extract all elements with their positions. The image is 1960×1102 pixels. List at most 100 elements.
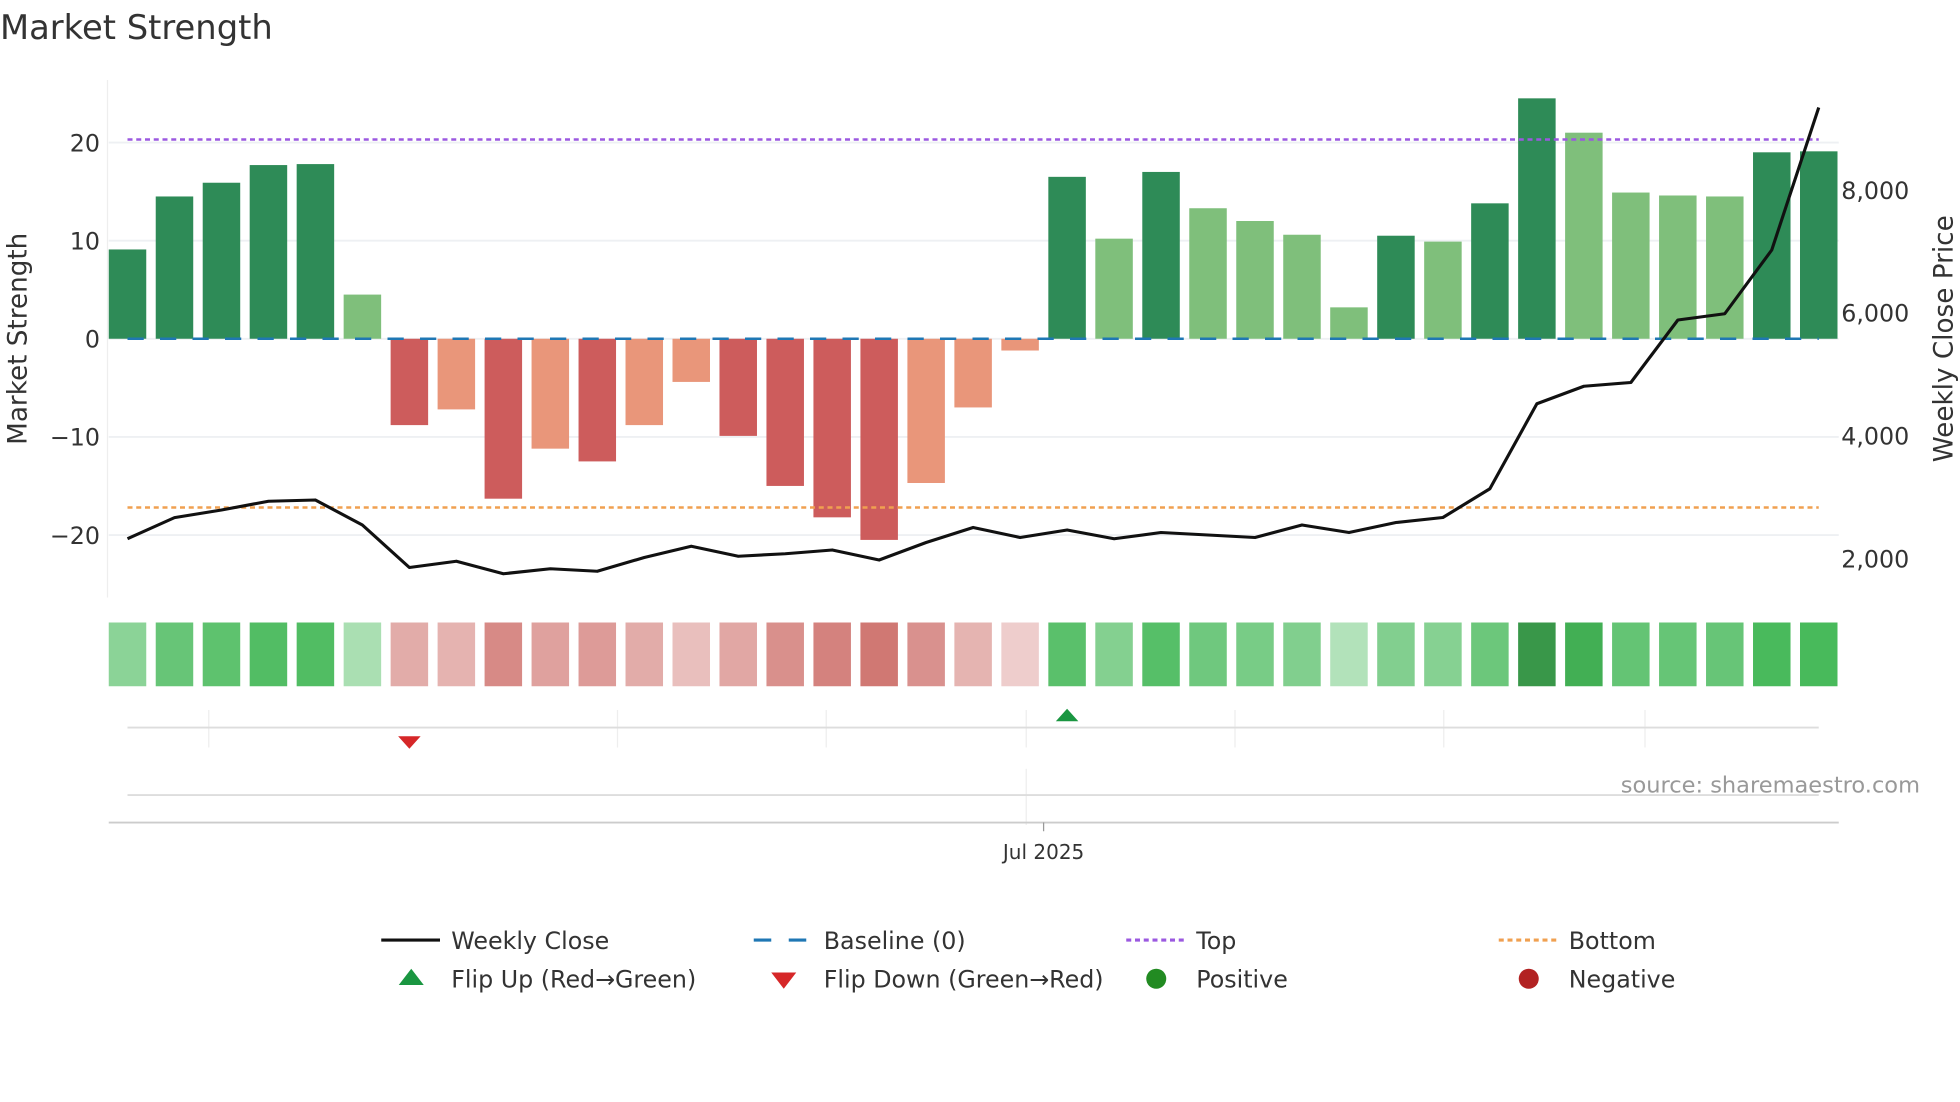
heat-cell xyxy=(1424,622,1462,687)
heat-cell xyxy=(390,622,429,687)
heat-cell xyxy=(1659,622,1697,687)
strength-bar xyxy=(1236,221,1274,339)
heat-cell xyxy=(1330,622,1368,687)
strength-bar xyxy=(296,164,335,339)
strength-bar xyxy=(1471,203,1509,339)
strength-bar xyxy=(202,182,241,339)
y-axis-label: Market Strength xyxy=(3,233,33,445)
heat-cell xyxy=(1377,622,1415,687)
heat-cell xyxy=(249,622,288,687)
heat-cell xyxy=(1095,622,1133,687)
y-tick-label: 10 xyxy=(70,227,100,255)
strength-bar xyxy=(1800,151,1838,339)
strength-bar xyxy=(813,338,851,518)
heat-cell xyxy=(1001,622,1039,687)
heat-cell xyxy=(1612,622,1650,687)
heat-cell xyxy=(155,622,194,687)
strength-bar xyxy=(625,338,664,426)
heat-cell xyxy=(202,622,241,687)
heat-cell xyxy=(719,622,757,687)
legend-label: Weekly Close xyxy=(451,927,609,955)
heat-cell xyxy=(531,622,570,687)
heat-cell xyxy=(1283,622,1321,687)
x-tick-label: Jul 2025 xyxy=(1001,840,1084,864)
legend-label: Baseline (0) xyxy=(824,927,966,955)
heat-cell xyxy=(1753,622,1791,687)
heat-cell xyxy=(766,622,804,687)
strength-bar xyxy=(1518,98,1556,339)
heat-cell xyxy=(343,622,382,687)
y2-tick-label: 8,000 xyxy=(1841,177,1909,205)
strength-bar xyxy=(907,338,945,483)
y2-tick-label: 4,000 xyxy=(1841,423,1909,451)
strength-bar xyxy=(1706,196,1744,339)
strength-bar xyxy=(1330,307,1368,339)
heat-cell xyxy=(813,622,851,687)
heat-cell xyxy=(672,622,710,687)
legend-label: Positive xyxy=(1196,966,1288,994)
heat-cell xyxy=(437,622,476,687)
heat-cell xyxy=(1706,622,1744,687)
reference-lines xyxy=(127,138,1819,509)
strength-bar xyxy=(1095,238,1133,339)
heat-cell xyxy=(484,622,523,687)
heat-cell xyxy=(954,622,992,687)
y2-axis-label: Weekly Close Price xyxy=(1930,215,1960,462)
y2-axis-ticks: 8,000 6,000 4,000 2,000 xyxy=(1841,177,1909,574)
y-axis-ticks: 20 10 0 −10 −20 xyxy=(50,129,100,550)
heat-cell xyxy=(578,622,617,687)
strength-bar xyxy=(108,249,147,339)
flip-marker-panel xyxy=(108,708,1839,832)
flip-up-icon xyxy=(398,968,424,985)
heat-cell xyxy=(625,622,664,687)
strength-bar xyxy=(1612,192,1650,339)
heat-cell xyxy=(296,622,335,687)
y-tick-label: 0 xyxy=(85,326,100,354)
positive-dot-icon xyxy=(1146,968,1167,989)
heat-cell xyxy=(1142,622,1180,687)
heat-cell xyxy=(1518,622,1556,687)
strength-bars xyxy=(108,98,1838,540)
heat-cell xyxy=(108,622,147,687)
y-tick-label: −20 xyxy=(50,522,100,550)
legend-label: Top xyxy=(1195,927,1236,955)
strength-bar xyxy=(1048,176,1086,339)
heat-cell xyxy=(1236,622,1274,687)
heat-cell xyxy=(1189,622,1227,687)
strength-bar xyxy=(249,165,288,339)
flip-down-marker xyxy=(398,736,421,749)
heat-cell xyxy=(1565,622,1603,687)
source-label: source: sharemaestro.com xyxy=(1621,773,1920,799)
y2-tick-label: 6,000 xyxy=(1841,300,1909,328)
legend-label: Flip Down (Green→Red) xyxy=(824,966,1104,994)
strength-bar xyxy=(1189,208,1227,339)
strength-bar xyxy=(531,338,570,449)
legend: Weekly Close Baseline (0) Top Bottom Fli… xyxy=(381,927,1675,994)
strength-bar xyxy=(343,294,382,339)
strength-bar xyxy=(719,338,757,436)
strength-bar xyxy=(578,338,617,462)
legend-label: Negative xyxy=(1569,966,1676,994)
strength-bar xyxy=(390,338,429,426)
heat-cell xyxy=(860,622,898,687)
heat-cell xyxy=(1471,622,1509,687)
legend-label: Bottom xyxy=(1569,927,1656,955)
flip-down-icon xyxy=(771,972,797,989)
heat-cell xyxy=(1048,622,1086,687)
strength-bar xyxy=(860,338,898,540)
y2-tick-label: 2,000 xyxy=(1841,546,1909,574)
strength-bar xyxy=(1283,234,1321,339)
y-tick-label: −10 xyxy=(50,424,100,452)
strength-bar xyxy=(672,338,710,382)
strength-bar xyxy=(155,196,194,339)
market-strength-chart: Market Strength 20 10 0 −10 −20 8,000 6,000 4,… xyxy=(0,8,1960,994)
strength-bar xyxy=(1001,338,1039,351)
negative-dot-icon xyxy=(1518,968,1539,989)
y-tick-label: 20 xyxy=(70,129,100,157)
strength-bar xyxy=(1142,171,1180,339)
heat-cell xyxy=(907,622,945,687)
strength-bar xyxy=(484,338,523,499)
strength-bar xyxy=(954,338,992,408)
strength-bar xyxy=(437,338,476,410)
flip-up-marker xyxy=(1055,708,1079,722)
